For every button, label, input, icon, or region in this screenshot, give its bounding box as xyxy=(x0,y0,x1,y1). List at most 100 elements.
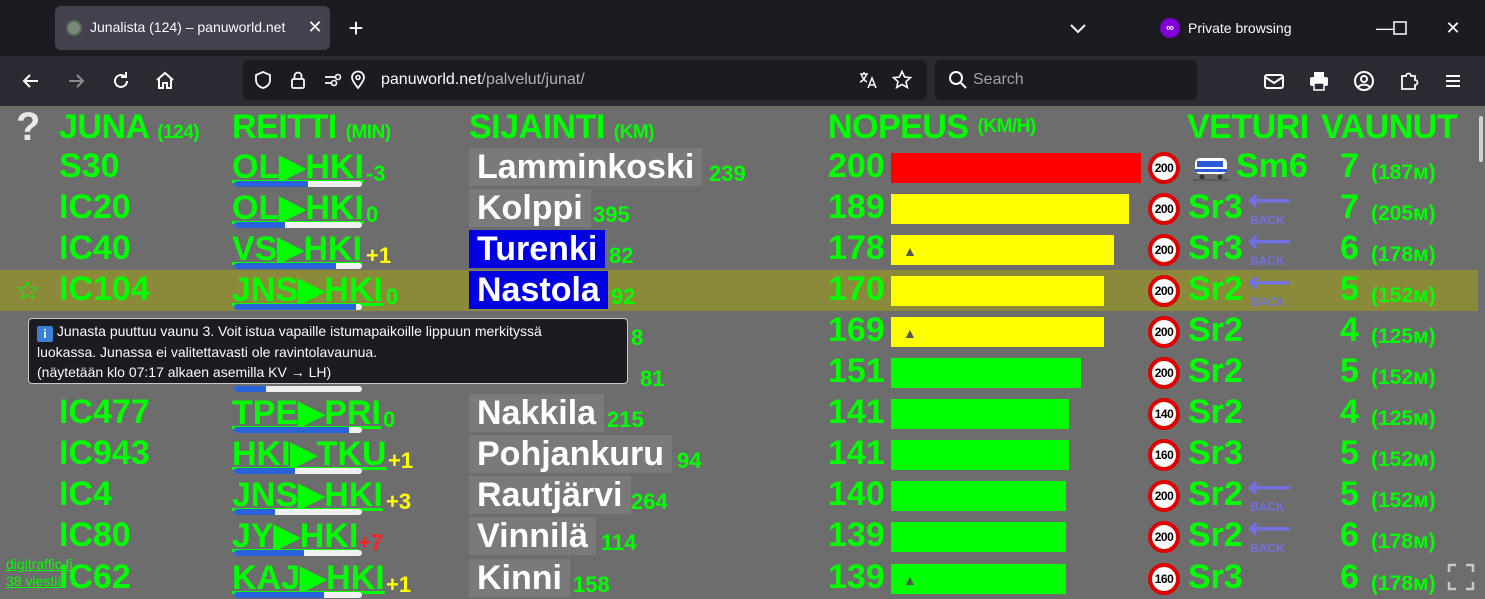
back-button[interactable] xyxy=(18,68,44,94)
column-header-sijainti[interactable]: SIJAINTI (KM) xyxy=(469,108,654,147)
train-row[interactable]: IC477 TPE▶PRI 0 Nakkila 215 141 140 Sr2 4 (125м) xyxy=(0,393,1478,434)
tab-bar: Junalista (124) – panuworld.net ✕ + ∞ Pr… xyxy=(0,0,1485,56)
speed-limit-sign: 160 xyxy=(1148,562,1180,595)
wagon-count: 7 xyxy=(1340,147,1359,185)
url-text[interactable]: panuworld.net/palvelut/junat/ xyxy=(381,71,585,89)
locomotive-type: Sr2 xyxy=(1188,352,1243,391)
tram-icon xyxy=(1193,158,1229,181)
wagon-count: 5 xyxy=(1340,475,1359,514)
tab-close-icon[interactable]: ✕ xyxy=(303,15,327,39)
locomotive-type: Sm6 xyxy=(1236,147,1308,185)
reload-button[interactable] xyxy=(108,68,134,94)
site-favicon-icon xyxy=(66,20,82,36)
forward-button[interactable] xyxy=(63,68,89,94)
search-icon xyxy=(947,69,969,91)
print-button[interactable] xyxy=(1306,68,1332,94)
home-button[interactable] xyxy=(152,68,178,94)
train-row[interactable]: IC40 VS▶HKI +1 Turenki 82 178 ▲ 200 Sr3 ⟵ BACK 6 (17… xyxy=(0,225,1478,270)
route-progress-bar xyxy=(234,263,362,270)
search-box[interactable] xyxy=(935,60,1197,100)
train-number[interactable]: IC477 xyxy=(59,393,150,432)
delay-minutes: 0 xyxy=(383,407,396,433)
maximize-button[interactable] xyxy=(1385,14,1415,42)
locomotive-type: Sr3 xyxy=(1188,434,1243,473)
train-number[interactable]: IC104 xyxy=(59,270,150,309)
address-bar[interactable]: panuworld.net/palvelut/junat/ xyxy=(243,60,927,100)
train-number[interactable]: S30 xyxy=(59,147,120,186)
speed-value: 178 xyxy=(828,229,885,268)
close-window-button[interactable]: ✕ xyxy=(1438,14,1468,42)
new-tab-button[interactable]: + xyxy=(343,15,369,42)
route-progress-bar xyxy=(234,591,362,598)
digitraffic-source: digitraffic.fi xyxy=(6,556,73,572)
train-length: (152м) xyxy=(1371,284,1436,308)
route-progress-bar xyxy=(234,468,362,475)
list-all-tabs-button[interactable] xyxy=(1066,16,1090,40)
speed-limit-sign: 200 xyxy=(1148,234,1180,267)
tooltip-line-2: luokassa. Junassa ei valitettavasti ole … xyxy=(37,344,378,360)
train-row[interactable]: S30 OL▶HKI -3 Lamminkoski 239 200 200 Sm6 7 (187м… xyxy=(0,147,1478,188)
train-number[interactable]: IC80 xyxy=(59,516,131,555)
column-header-nopeus[interactable]: NOPEUS (KM/H) xyxy=(828,108,1036,147)
train-number[interactable]: IC4 xyxy=(59,475,112,514)
train-length: (205м) xyxy=(1371,202,1436,226)
wagon-count: 5 xyxy=(1340,434,1359,473)
help-icon[interactable]: ? xyxy=(16,107,44,147)
location-station: Nakkila xyxy=(469,394,605,433)
email-link-button[interactable] xyxy=(1261,68,1287,94)
arrow-left-icon: ⟵ xyxy=(1248,266,1292,300)
train-length: (178м) xyxy=(1371,571,1436,595)
tab-active[interactable]: Junalista (124) – panuworld.net ✕ xyxy=(55,6,330,50)
digitraffic-link[interactable]: digitraffic.fi 38 viestiä xyxy=(6,556,73,590)
translate-icon[interactable] xyxy=(857,69,879,91)
scrollbar-thumb[interactable] xyxy=(1479,116,1483,162)
speed-value: 151 xyxy=(828,352,885,391)
column-header-juna[interactable]: JUNA (124) xyxy=(59,108,200,147)
route-progress-fill xyxy=(234,468,296,475)
search-input[interactable] xyxy=(973,68,1183,92)
delay-minutes: +1 xyxy=(386,571,412,597)
permissions-icon[interactable] xyxy=(322,69,344,91)
account-button[interactable] xyxy=(1351,68,1377,94)
train-row[interactable]: IC943 HKI▶TKU +1 Pohjankuru 94 141 160 Sr3 5 (152… xyxy=(0,434,1478,475)
speed-bar xyxy=(891,358,1081,389)
location-station: Kolppi xyxy=(469,189,591,228)
train-row[interactable]: IC4 JNS▶HKI +3 Rautjärvi 264 140 200 Sr2 ⟵ BACK 5(… xyxy=(0,473,1478,516)
wagon-count: 4 xyxy=(1340,311,1359,350)
column-header-vaunut[interactable]: VAUNUT xyxy=(1321,108,1458,147)
app-menu-button[interactable] xyxy=(1440,68,1466,94)
location-pin-icon[interactable] xyxy=(347,69,369,91)
home-icon xyxy=(156,71,174,89)
train-length: (125м) xyxy=(1371,325,1436,349)
speed-value: 170 xyxy=(828,270,885,309)
arrow-left-icon xyxy=(22,74,38,88)
arrow-left-icon: ⟵ xyxy=(1248,225,1292,259)
train-number[interactable]: IC20 xyxy=(59,188,131,227)
speed-bar xyxy=(891,481,1066,512)
extensions-button[interactable] xyxy=(1396,68,1422,94)
bookmark-star-icon[interactable] xyxy=(891,69,913,91)
tracking-protection-shield-icon[interactable] xyxy=(252,69,274,91)
location-station: Pohjankuru xyxy=(469,435,673,474)
fullscreen-button[interactable] xyxy=(1446,562,1476,592)
train-row[interactable]: IC62 KAJ▶HKI +1 Kinni 158 139 ▲ 160 Sr3 6 (178м) xyxy=(0,558,1478,599)
reverse-direction-indicator: ⟵ BACK xyxy=(1248,184,1292,228)
chevron-down-icon xyxy=(1070,24,1086,34)
train-row[interactable]: ☆ IC104 JNS▶HKI 0 Nastola 92 170 200 Sr2 ⟵ BACK 5 (1… xyxy=(0,266,1478,312)
speed-value: 139 xyxy=(828,516,885,555)
train-row[interactable]: IC80 JY▶HKI +7 Vinnilä 114 139 200 Sr2 ⟵ BACK 6 (17… xyxy=(0,514,1478,557)
train-row[interactable]: IC20 OL▶HKI 0 Kolppi 395 189 200 Sr3 ⟵ BACK 7 (205м… xyxy=(0,184,1478,229)
lock-icon[interactable] xyxy=(287,69,309,91)
train-number[interactable]: IC40 xyxy=(59,229,131,268)
header-nopeus-unit: (KM/H) xyxy=(977,116,1037,137)
arrow-left-icon: ⟵ xyxy=(1248,184,1292,218)
account-icon xyxy=(1354,71,1374,91)
column-header-veturi[interactable]: VETURI xyxy=(1187,108,1309,147)
column-header-reitti[interactable]: REITTI (MIN) xyxy=(232,108,391,147)
favorite-star-icon[interactable]: ☆ xyxy=(15,274,40,307)
speed-bar: ▲ xyxy=(891,317,1104,348)
wagon-count: 4 xyxy=(1340,393,1359,432)
train-number[interactable]: IC943 xyxy=(59,434,150,473)
wagon-count: 6 xyxy=(1340,229,1359,268)
route-progress-fill xyxy=(234,263,337,270)
